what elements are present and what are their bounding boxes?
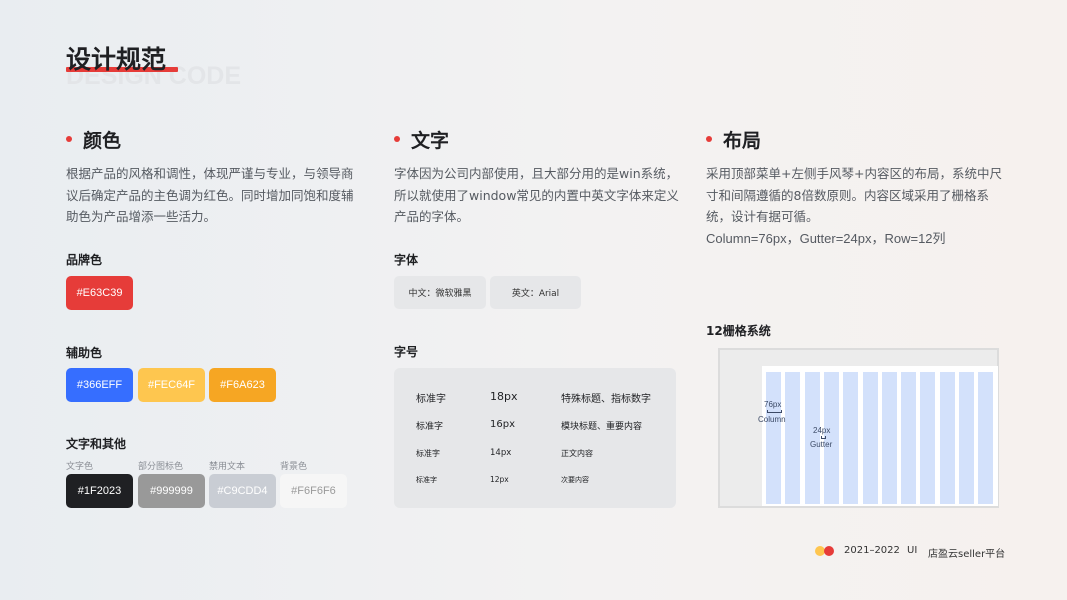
size-name: 标准字 (416, 449, 440, 458)
grid-column (804, 372, 820, 504)
grid-column (939, 372, 955, 504)
layout-spec: Column=76px，Gutter=24px，Row=12列 (706, 230, 946, 246)
aux-color-title: 辅助色 (66, 346, 103, 360)
bg-swatch: #F6F6F6 (280, 474, 347, 508)
disabled-swatch: #C9CDD4 (209, 474, 276, 508)
bg-color-label: 背景色 (280, 462, 308, 472)
column-bracket (767, 410, 782, 413)
size-usage: 模块标题、重要内容 (561, 422, 643, 432)
layout-section: 布局 采用顶部菜单+左侧手风琴+内容区的布局，系统中尺寸和间隔遵循的8倍数原则。… (706, 128, 1006, 249)
page-title: 设计规范 (66, 45, 167, 74)
size-usage: 正文内容 (561, 449, 593, 458)
bullet-dot-icon (394, 136, 400, 142)
size-value: 12px (490, 475, 509, 484)
font-chip-chinese: 中文：微软雅黑 (394, 276, 486, 309)
footer-platform: 店盈云seller平台 (928, 549, 1006, 560)
layout-heading: 布局 (706, 128, 1006, 152)
font-chip-english: 英文：Arial (490, 276, 581, 309)
aux-swatch-blue: #366EFF (66, 368, 133, 402)
bullet-dot-icon (706, 136, 712, 142)
color-heading: 颜色 (66, 128, 356, 152)
size-usage: 次要内容 (561, 476, 589, 484)
bullet-dot-icon (66, 136, 72, 142)
footer-tag: UI (907, 545, 918, 556)
grid-content-area (762, 366, 998, 506)
column-width-label: 76px (764, 400, 782, 409)
icon-swatch: #999999 (138, 474, 205, 508)
color-title: 颜色 (83, 129, 122, 152)
font-title: 字体 (394, 253, 419, 267)
typography-title: 文字 (411, 129, 450, 152)
size-value: 16px (490, 419, 515, 430)
grid-column (978, 372, 994, 504)
page-header: DESIGN CODE 设计规范 (66, 40, 266, 90)
size-usage: 特殊标题、指标数字 (561, 394, 651, 405)
typography-description: 字体因为公司内部使用，且大部分用的是win系统，所以就使用了window常见的内… (394, 166, 679, 224)
layout-description: 采用顶部菜单+左侧手风琴+内容区的布局，系统中尺寸和间隔遵循的8倍数原则。内容区… (706, 166, 1002, 224)
gutter-caption: Gutter (810, 440, 833, 449)
grid-title: 12栅格系统 (706, 324, 771, 338)
size-value: 18px (490, 390, 518, 403)
footer-dot-red-icon (824, 546, 834, 556)
grid-column (766, 372, 781, 504)
size-title: 字号 (394, 345, 419, 359)
layout-title: 布局 (723, 129, 762, 152)
font-size-table: 标准字 18px 特殊标题、指标数字 标准字 16px 模块标题、重要内容 标准… (394, 368, 676, 508)
grid-column (920, 372, 936, 504)
grid-column (823, 372, 839, 504)
icon-color-label: 部分图标色 (138, 462, 184, 472)
brand-color-title: 品牌色 (66, 253, 103, 267)
grid-column (862, 372, 878, 504)
text-swatch: #1F2023 (66, 474, 133, 508)
size-value: 14px (490, 448, 512, 458)
grid-column (881, 372, 897, 504)
grid-column (785, 372, 801, 504)
typography-section: 文字 字体因为公司内部使用，且大部分用的是win系统，所以就使用了window常… (394, 128, 684, 228)
brand-swatch: #E63C39 (66, 276, 133, 310)
column-caption: Column (758, 415, 786, 424)
text-color-title: 文字和其他 (66, 437, 127, 451)
grid-column (901, 372, 917, 504)
grid-column (959, 372, 974, 504)
size-name: 标准字 (416, 422, 444, 432)
grid-column (843, 372, 859, 504)
gutter-bracket (821, 436, 826, 439)
disabled-color-label: 禁用文本 (209, 462, 246, 472)
aux-swatch-yellow: #FEC64F (138, 368, 205, 402)
text-color-label: 文字色 (66, 462, 94, 472)
size-name: 标准字 (416, 394, 446, 405)
color-description: 根据产品的风格和调性，体现严谨与专业，与领导商议后确定产品的主色调为红色。同时增… (66, 166, 354, 224)
color-section: 颜色 根据产品的风格和调性，体现严谨与专业，与领导商议后确定产品的主色调为红色。… (66, 128, 356, 228)
typography-heading: 文字 (394, 128, 684, 152)
size-name: 标准字 (416, 476, 437, 484)
aux-swatch-orange: #F6A623 (209, 368, 276, 402)
footer-year: 2021–2022 (844, 545, 900, 556)
gutter-width-label: 24px (813, 426, 831, 435)
grid-diagram: 76px Column 24px Gutter (718, 348, 999, 508)
